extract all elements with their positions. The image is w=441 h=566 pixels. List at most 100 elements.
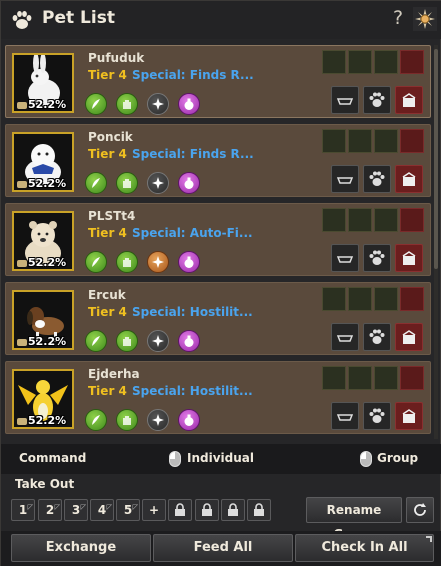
slot-number: 5 bbox=[123, 503, 133, 517]
locked-slot[interactable] bbox=[195, 499, 219, 521]
trait-scorpion-icon[interactable] bbox=[348, 287, 372, 311]
skill-compass-icon[interactable] bbox=[147, 93, 169, 115]
pet-paw-icon[interactable] bbox=[363, 244, 391, 272]
pet-level: 52.2% bbox=[17, 335, 66, 348]
take-out-slot-3[interactable]: 3 ◸ bbox=[64, 499, 88, 521]
trait-harvest-icon[interactable] bbox=[322, 366, 346, 390]
skill-bag-icon[interactable] bbox=[178, 93, 200, 115]
action-row bbox=[331, 244, 427, 272]
skill-hand-icon[interactable] bbox=[116, 93, 138, 115]
put-away-box-icon[interactable] bbox=[395, 165, 423, 193]
skill-feather-icon[interactable] bbox=[85, 330, 107, 352]
take-out-slot-5[interactable]: 5 ◸ bbox=[116, 499, 140, 521]
pet-card[interactable]: 52.2% Ercuk Tier 4 Special: Hostilit... bbox=[5, 282, 431, 355]
pet-paw-icon[interactable] bbox=[363, 86, 391, 114]
trait-crosshair-icon[interactable] bbox=[348, 366, 372, 390]
skill-bag-icon[interactable] bbox=[178, 251, 200, 273]
pet-paw-icon[interactable] bbox=[363, 323, 391, 351]
pet-special: Special: Hostilit... bbox=[132, 305, 253, 319]
pet-tier: Tier 4 bbox=[88, 68, 127, 82]
skill-compass-icon[interactable] bbox=[147, 409, 169, 431]
skill-bag-icon[interactable] bbox=[178, 409, 200, 431]
paw-icon bbox=[12, 11, 32, 29]
feed-bowl-icon[interactable] bbox=[331, 244, 359, 272]
skill-compass-icon[interactable] bbox=[147, 172, 169, 194]
pet-card[interactable]: 52.2% Ejderha Tier 4 Special: Hostilit..… bbox=[5, 361, 431, 434]
trait-row bbox=[322, 129, 426, 153]
pet-portrait-dog[interactable]: 52.2% bbox=[12, 290, 74, 350]
locked-slot[interactable] bbox=[221, 499, 245, 521]
rename-group-button[interactable]: Rename Group bbox=[306, 497, 402, 541]
pet-portrait-seal[interactable]: 52.2% bbox=[12, 132, 74, 192]
locked-slot[interactable] bbox=[168, 499, 192, 521]
corner-marker-icon bbox=[426, 536, 432, 542]
skill-bag-icon[interactable] bbox=[178, 330, 200, 352]
trait-beetle-icon[interactable] bbox=[322, 287, 346, 311]
trait-arrow-icon[interactable] bbox=[400, 129, 424, 153]
trait-potion-icon[interactable] bbox=[400, 208, 424, 232]
pet-paw-icon[interactable] bbox=[363, 165, 391, 193]
trait-gather-icon[interactable] bbox=[374, 287, 398, 311]
feed-bowl-icon[interactable] bbox=[331, 402, 359, 430]
pet-level: 52.2% bbox=[17, 98, 66, 111]
feed-bowl-icon[interactable] bbox=[331, 86, 359, 114]
trait-claw-icon[interactable] bbox=[322, 208, 346, 232]
put-away-box-icon[interactable] bbox=[395, 323, 423, 351]
skill-feather-icon[interactable] bbox=[85, 251, 107, 273]
feed-bowl-icon[interactable] bbox=[331, 165, 359, 193]
pet-special: Special: Hostilit... bbox=[132, 384, 253, 398]
take-out-slot-2[interactable]: 2 ◸ bbox=[38, 499, 62, 521]
pet-paw-icon[interactable] bbox=[363, 402, 391, 430]
trait-beetle-icon[interactable] bbox=[322, 129, 346, 153]
pet-portrait-bear[interactable]: 52.2% bbox=[12, 211, 74, 271]
trait-berries-icon[interactable] bbox=[400, 366, 424, 390]
reset-group-button[interactable] bbox=[406, 497, 434, 523]
locked-slot[interactable] bbox=[247, 499, 271, 521]
trait-wheat-icon[interactable] bbox=[322, 50, 346, 74]
trait-tool-icon[interactable] bbox=[374, 208, 398, 232]
settings-gear-icon[interactable] bbox=[413, 7, 437, 31]
pet-portrait-dragon[interactable]: 52.2% bbox=[12, 369, 74, 429]
skill-hand-icon[interactable] bbox=[116, 330, 138, 352]
trait-arrows-icon[interactable] bbox=[400, 287, 424, 311]
group-command[interactable]: Group bbox=[377, 451, 418, 465]
add-slot-button[interactable]: + bbox=[142, 499, 166, 521]
skill-feather-icon[interactable] bbox=[85, 409, 107, 431]
scroll-thumb[interactable] bbox=[434, 49, 438, 269]
put-away-box-icon[interactable] bbox=[395, 86, 423, 114]
pet-card[interactable]: 52.2% Pufuduk Tier 4 Special: Finds R... bbox=[5, 45, 431, 118]
feed-all-button[interactable]: Feed All bbox=[153, 534, 293, 562]
trait-harvest-icon[interactable] bbox=[348, 50, 372, 74]
skill-hand-icon[interactable] bbox=[116, 409, 138, 431]
pet-card[interactable]: 52.2% Poncik Tier 4 Special: Finds R... bbox=[5, 124, 431, 197]
list-scrollbar[interactable] bbox=[434, 45, 438, 439]
put-away-box-icon[interactable] bbox=[395, 402, 423, 430]
title-bar: Pet List ? bbox=[1, 1, 441, 39]
skill-hand-icon[interactable] bbox=[116, 172, 138, 194]
window-title: Pet List bbox=[42, 8, 115, 28]
trait-gem-icon[interactable] bbox=[400, 50, 424, 74]
skill-hand-icon[interactable] bbox=[116, 251, 138, 273]
take-out-slot-1[interactable]: 1 ◸ bbox=[11, 499, 35, 521]
trait-crosshair-icon[interactable] bbox=[348, 129, 372, 153]
help-button[interactable]: ? bbox=[388, 7, 408, 31]
feed-bowl-icon[interactable] bbox=[331, 323, 359, 351]
trait-wing-icon[interactable] bbox=[374, 129, 398, 153]
left-mouse-icon bbox=[169, 451, 181, 467]
action-row bbox=[331, 165, 427, 193]
skill-feather-icon[interactable] bbox=[85, 93, 107, 115]
pet-portrait-rabbit[interactable]: 52.2% bbox=[12, 53, 74, 113]
trait-wing-icon[interactable] bbox=[374, 50, 398, 74]
take-out-slot-4[interactable]: 4 ◸ bbox=[90, 499, 114, 521]
check-in-all-button[interactable]: Check In All bbox=[295, 534, 434, 562]
trait-tool-icon[interactable] bbox=[374, 366, 398, 390]
exchange-button[interactable]: Exchange bbox=[11, 534, 151, 562]
skill-bag-icon[interactable] bbox=[178, 172, 200, 194]
put-away-box-icon[interactable] bbox=[395, 244, 423, 272]
pet-card[interactable]: 52.2% PLSTt4 Tier 4 Special: Auto-Fi... bbox=[5, 203, 431, 276]
individual-command[interactable]: Individual bbox=[187, 451, 254, 465]
skill-compass-icon[interactable] bbox=[147, 251, 169, 273]
skill-compass-icon[interactable] bbox=[147, 330, 169, 352]
trait-harvest-icon[interactable] bbox=[348, 208, 372, 232]
skill-feather-icon[interactable] bbox=[85, 172, 107, 194]
